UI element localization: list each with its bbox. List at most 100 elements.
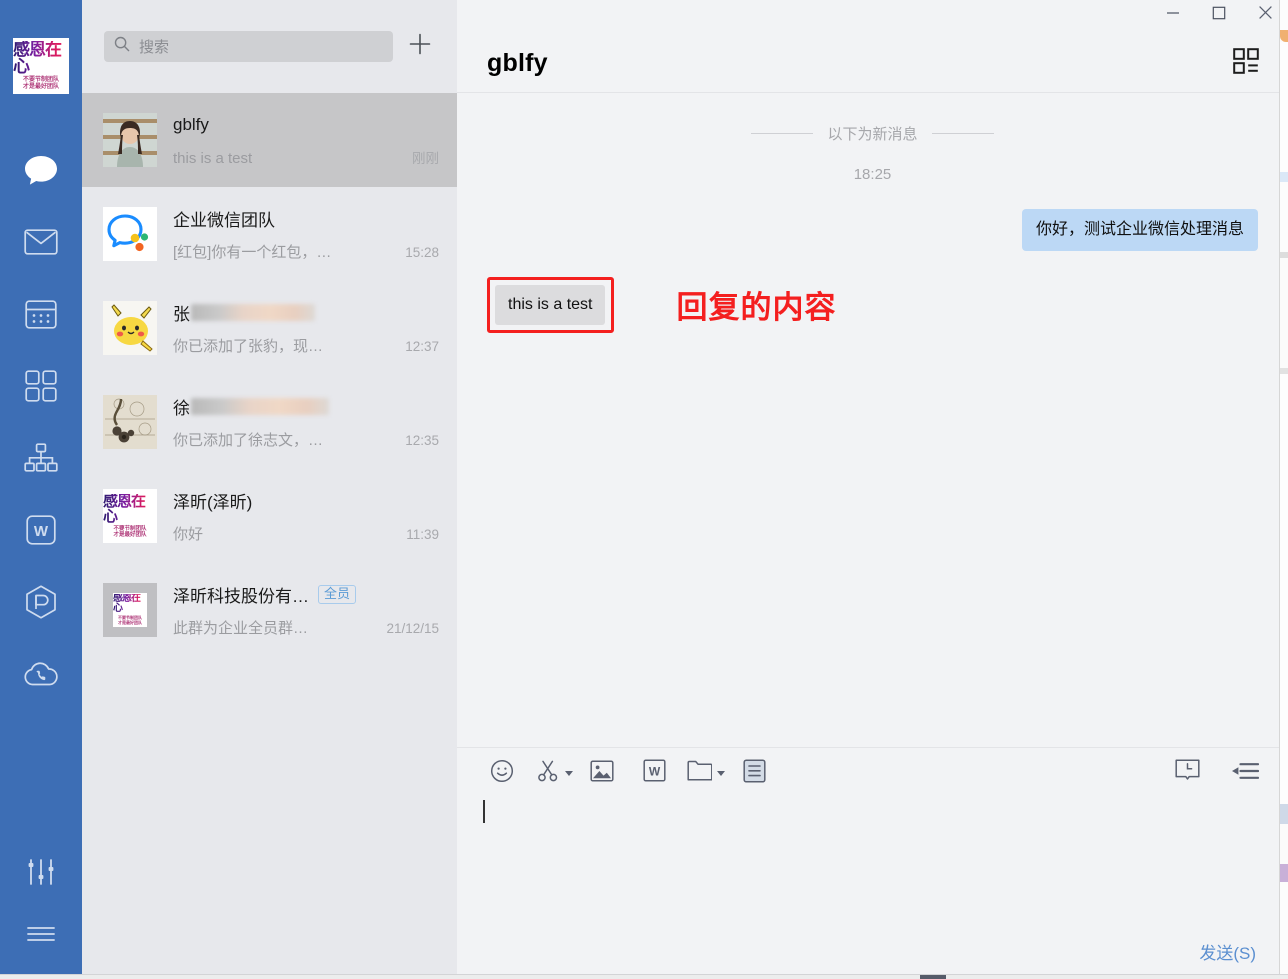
close-icon bbox=[1258, 5, 1273, 25]
rail-bottom-items bbox=[0, 841, 82, 965]
chat-panel: gblfy 以下为新消息 18:25 你好，测试企业微信处理消息 this is… bbox=[457, 0, 1288, 979]
sidebar-item-documents[interactable]: W bbox=[0, 494, 82, 566]
page-title: gblfy bbox=[487, 48, 548, 77]
quick-reply-icon bbox=[1231, 761, 1260, 786]
sidebar-item-settings[interactable] bbox=[0, 841, 82, 903]
message-input[interactable] bbox=[457, 798, 1288, 923]
envelope-icon bbox=[24, 229, 58, 255]
logo-secondary-text: 不要节制团队 才是最好团队 bbox=[118, 615, 142, 625]
list-item-body: 企业微信团队 [红包]你有一个红包，… 15:28 bbox=[173, 207, 439, 262]
svg-text:W: W bbox=[648, 764, 660, 778]
search-input[interactable]: 搜索 bbox=[104, 31, 393, 62]
history-button[interactable] bbox=[1168, 754, 1206, 792]
desktop-bottom-strip bbox=[0, 974, 1288, 979]
sidebar-item-calendar[interactable] bbox=[0, 278, 82, 350]
logo-primary-text: 感恩在心 bbox=[13, 41, 69, 75]
list-item-preview-row: 你已添加了徐志文，… 12:35 bbox=[173, 429, 439, 450]
chat-header: gblfy bbox=[457, 34, 1288, 93]
avatar: 感恩在心 不要节制团队 才是最好团队 bbox=[103, 489, 157, 543]
message-timestamp: 18:25 bbox=[853, 166, 892, 183]
maximize-button[interactable] bbox=[1196, 0, 1242, 30]
conversation-time: 15:28 bbox=[405, 244, 439, 260]
image-button[interactable] bbox=[583, 754, 621, 792]
list-item-preview-row: 你已添加了张豹，现… 12:37 bbox=[173, 335, 439, 356]
org-tree-icon bbox=[24, 443, 58, 473]
add-conversation-button[interactable] bbox=[401, 28, 439, 66]
chat-panel-toggle-button[interactable] bbox=[1226, 43, 1266, 83]
folder-icon bbox=[687, 760, 713, 786]
history-clock-icon bbox=[1174, 758, 1200, 788]
minimize-button[interactable] bbox=[1150, 0, 1196, 30]
list-item-body: 泽昕科技股份有… 全员 此群为企业全员群… 21/12/15 bbox=[173, 583, 439, 638]
avatar bbox=[103, 301, 157, 355]
chat-record-button[interactable] bbox=[735, 754, 773, 792]
list-item-preview-row: 此群为企业全员群… 21/12/15 bbox=[173, 617, 439, 638]
conversation-time: 21/12/15 bbox=[386, 620, 439, 636]
list-item-title-row: 泽昕(泽昕) bbox=[173, 489, 439, 513]
sidebar-item-cloud-call[interactable] bbox=[0, 638, 82, 710]
message-row-incoming: this is a test 回复的内容 bbox=[487, 276, 1258, 334]
conversation-list-panel: 搜索 gblfy this is a test 刚刚 企业微信团队 [红包]你有… bbox=[82, 0, 457, 979]
conversation-time: 12:35 bbox=[405, 432, 439, 448]
list-toolbar: 搜索 bbox=[82, 0, 457, 93]
conversation-preview: [红包]你有一个红包，… bbox=[173, 243, 332, 261]
sidebar-item-drive[interactable] bbox=[0, 566, 82, 638]
logo-secondary-text: 不要节制团队 才是最好团队 bbox=[113, 525, 147, 538]
conversation-name: 张 bbox=[173, 305, 190, 324]
list-item-body: 张 你已添加了张豹，现… 12:37 bbox=[173, 301, 439, 356]
search-placeholder: 搜索 bbox=[139, 39, 170, 56]
cube-icon bbox=[25, 585, 57, 619]
plus-icon bbox=[408, 32, 432, 61]
list-item[interactable]: 感恩在心 不要节制团队 才是最好团队 泽昕(泽昕) 你好 11:39 bbox=[82, 469, 457, 563]
list-item-body: 徐 你已添加了徐志文，… 12:35 bbox=[173, 395, 439, 450]
grid-panel-icon bbox=[1233, 47, 1259, 79]
list-item-title-row: gblfy bbox=[173, 113, 439, 137]
conversation-time: 11:39 bbox=[406, 526, 439, 542]
chat-header-actions bbox=[1226, 43, 1266, 83]
file-button[interactable] bbox=[687, 754, 725, 792]
list-item-title-row: 企业微信团队 bbox=[173, 207, 439, 231]
calendar-icon bbox=[25, 299, 57, 329]
list-item-title-row: 徐 bbox=[173, 395, 439, 419]
message-list: 以下为新消息 18:25 你好，测试企业微信处理消息 this is a tes… bbox=[457, 93, 1288, 747]
conversation-time: 刚刚 bbox=[412, 151, 439, 166]
list-item-body: gblfy this is a test 刚刚 bbox=[173, 113, 439, 167]
taskbar-item-indicator[interactable] bbox=[920, 975, 946, 979]
list-item-title-row: 张 bbox=[173, 301, 439, 325]
chevron-down-icon[interactable] bbox=[564, 770, 573, 776]
message-bubble-incoming[interactable]: this is a test bbox=[495, 284, 606, 326]
screenshot-button[interactable] bbox=[535, 754, 573, 792]
avatar[interactable]: 感恩在心 不要节制团队 才是最好团队 bbox=[13, 38, 69, 94]
sidebar-item-chat[interactable] bbox=[0, 134, 82, 206]
sidebar-item-menu[interactable] bbox=[0, 903, 82, 965]
list-item-title-row: 泽昕科技股份有… 全员 bbox=[173, 583, 439, 607]
annotation-label: 回复的内容 bbox=[676, 290, 837, 326]
send-button[interactable]: 发送(S) bbox=[1191, 933, 1264, 970]
search-icon bbox=[114, 36, 139, 57]
document-button[interactable]: W bbox=[635, 754, 673, 792]
background-window-sliver[interactable] bbox=[1279, 0, 1288, 979]
logo-primary-text: 感恩在心 bbox=[103, 494, 157, 524]
sidebar-item-workbench[interactable] bbox=[0, 350, 82, 422]
window-titlebar bbox=[457, 0, 1288, 34]
w-document-icon: W bbox=[642, 759, 666, 787]
logo-primary-text: 感恩在心 bbox=[113, 594, 147, 614]
annotation-rectangle: this is a test bbox=[487, 276, 615, 334]
lines-doc-icon bbox=[742, 758, 766, 788]
message-bubble-outgoing[interactable]: 你好，测试企业微信处理消息 bbox=[1021, 209, 1258, 251]
sidebar-item-contacts[interactable] bbox=[0, 422, 82, 494]
company-logo-icon: 感恩在心 不要节制团队 才是最好团队 bbox=[13, 38, 69, 94]
list-item[interactable]: gblfy this is a test 刚刚 bbox=[82, 93, 457, 187]
sidebar-item-mail[interactable] bbox=[0, 206, 82, 278]
list-item[interactable]: 徐 你已添加了徐志文，… 12:35 bbox=[82, 375, 457, 469]
maximize-icon bbox=[1212, 6, 1226, 25]
list-item[interactable]: 企业微信团队 [红包]你有一个红包，… 15:28 bbox=[82, 187, 457, 281]
conversation-name: 徐 bbox=[173, 399, 190, 418]
chevron-down-icon[interactable] bbox=[717, 770, 725, 776]
quick-reply-button[interactable] bbox=[1226, 754, 1264, 792]
emoji-button[interactable] bbox=[483, 754, 521, 792]
list-item[interactable]: 张 你已添加了张豹，现… 12:37 bbox=[82, 281, 457, 375]
conversation-name: gblfy bbox=[173, 115, 209, 134]
composer-toolbar-right bbox=[1148, 754, 1264, 792]
list-item[interactable]: 感恩在心 不要节制团队 才是最好团队 泽昕科技股份有… 全员 此群为企业全员群… … bbox=[82, 563, 457, 657]
